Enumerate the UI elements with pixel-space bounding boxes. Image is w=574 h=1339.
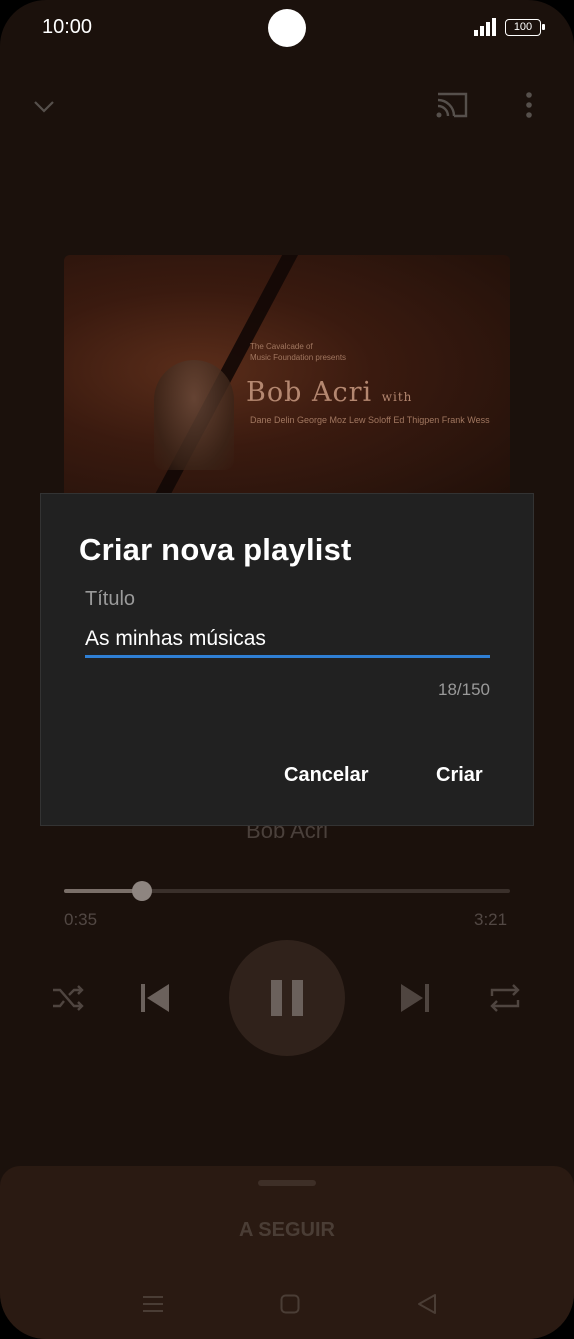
front-camera — [268, 9, 306, 47]
phone-screen: 10:00 100 The Cavalcade of Music Foundat… — [0, 0, 574, 1339]
home-icon[interactable] — [280, 1294, 300, 1314]
signal-icon — [474, 18, 496, 36]
pause-button[interactable] — [229, 940, 345, 1056]
seek-bar-fill — [64, 889, 142, 893]
shuffle-icon[interactable] — [50, 980, 86, 1016]
cast-icon[interactable] — [434, 90, 470, 120]
playlist-title-input[interactable] — [85, 622, 490, 658]
character-counter: 18/150 — [438, 680, 490, 699]
repeat-icon[interactable] — [486, 980, 524, 1016]
total-time: 3:21 — [474, 910, 508, 929]
create-button[interactable]: Criar — [436, 764, 483, 787]
album-credits: Dane Delin George Moz Lew Soloff Ed Thig… — [250, 415, 490, 425]
more-options-icon[interactable] — [519, 91, 539, 121]
elapsed-time: 0:35 — [64, 910, 98, 929]
seek-bar-thumb[interactable] — [131, 881, 152, 901]
album-art: The Cavalcade of Music Foundation presen… — [64, 255, 510, 510]
create-playlist-dialog: Criar nova playlist Título 18/150 Cancel… — [40, 493, 534, 826]
up-next-label: A SEGUIR — [239, 1219, 335, 1241]
title-field-label: Título — [85, 588, 136, 610]
battery-icon: 100 — [505, 19, 545, 36]
album-presents-text: The Cavalcade of Music Foundation presen… — [250, 342, 347, 362]
skip-next-icon[interactable] — [398, 980, 434, 1016]
back-icon[interactable] — [416, 1293, 438, 1315]
cancel-button[interactable]: Cancelar — [284, 764, 369, 787]
status-bar: 10:00 100 — [0, 0, 574, 60]
sheet-handle[interactable] — [258, 1180, 316, 1186]
chevron-down-icon[interactable] — [30, 92, 58, 120]
recent-apps-icon[interactable] — [142, 1294, 164, 1314]
album-art-figure — [154, 360, 234, 470]
status-time: 10:00 — [42, 16, 93, 38]
dialog-title: Criar nova playlist — [79, 532, 352, 567]
pause-icon — [271, 980, 303, 1016]
album-artist-script: Bob Acri with — [246, 377, 413, 408]
seek-bar[interactable] — [64, 881, 510, 901]
skip-previous-icon[interactable] — [136, 980, 172, 1016]
